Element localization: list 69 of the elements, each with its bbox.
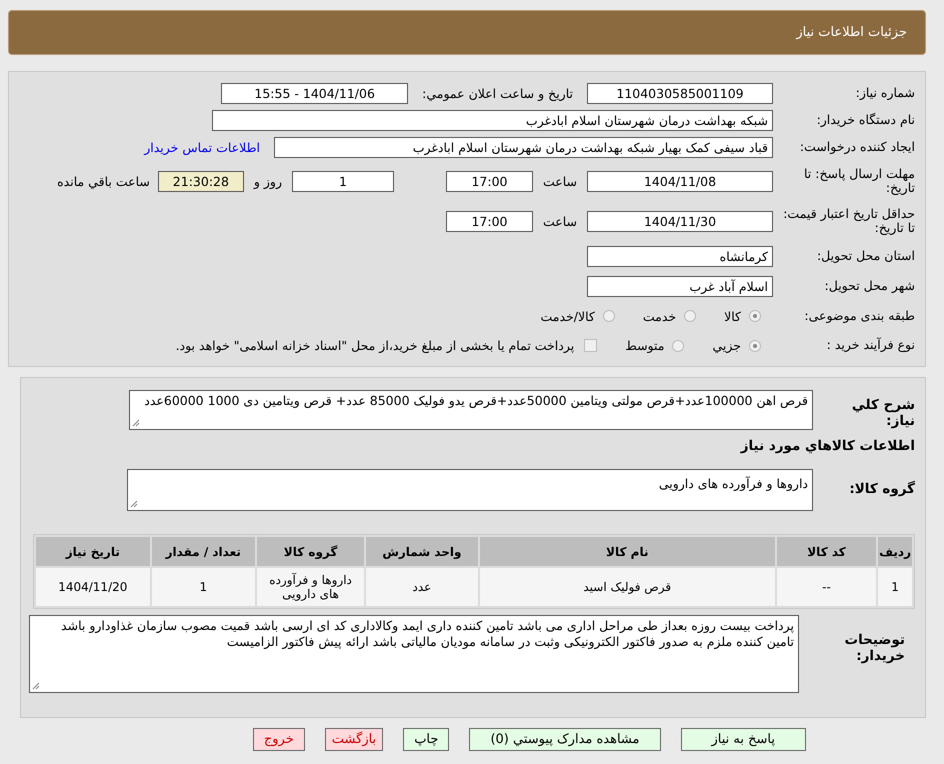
section-heading: اطلاعات کالاهاي مورد نیاز bbox=[739, 439, 915, 455]
text-field[interactable]: شبکه بهداشت درمان شهرستان اسلام ابادغرب bbox=[212, 110, 773, 131]
table-cell: قرص فولیک اسید bbox=[480, 568, 775, 606]
checkbox-label: پرداخت تمام یا بخشی از مبلغ خرید،از محل "اسناد خزانه اسلامی" خواهد بود. bbox=[176, 338, 574, 353]
resize-grip-icon[interactable] bbox=[32, 682, 40, 690]
field-label: طبقه بندی موضوعی: bbox=[803, 308, 915, 324]
field-label: گروه کالا: bbox=[848, 482, 915, 498]
column-header: کد کالا bbox=[776, 537, 876, 566]
text-field[interactable]: 1404/11/30 bbox=[587, 210, 773, 232]
field-label: نوع فرآیند خرید : bbox=[826, 338, 915, 353]
text-field[interactable]: 1404/11/06 - 15:55 bbox=[221, 83, 408, 104]
column-header: ردیف bbox=[878, 537, 912, 566]
field-label: نام دستگاه خریدار: bbox=[816, 113, 915, 128]
summary-field[interactable]: قرص اهن 100000عدد+قرص مولتی ویتامین 50000عدد+قرص یدو فولیک 85000 عدد+ قرص ویتامین دی 1000 60000عدد bbox=[129, 390, 813, 430]
text-field[interactable]: اسلام آباد غرب bbox=[587, 276, 773, 297]
field-label: ایجاد کننده درخواست: bbox=[798, 140, 915, 155]
text-field[interactable]: 1404/11/08 bbox=[587, 170, 773, 192]
page-title: جزئیات اطلاعات نیاز bbox=[796, 25, 907, 40]
text-field[interactable]: 17:00 bbox=[446, 170, 533, 192]
column-header: نام کالا bbox=[480, 537, 775, 566]
option-label: کالا/خدمت bbox=[540, 308, 595, 324]
option-label: جزيي bbox=[712, 338, 741, 353]
action-button[interactable]: چاپ bbox=[403, 728, 450, 751]
table-cell: 1 bbox=[878, 568, 912, 606]
radio-button[interactable] bbox=[672, 340, 684, 352]
days-label: روز و bbox=[254, 174, 282, 188]
field-label: مهلت ارسال پاسخ: تا تاریخ: bbox=[803, 166, 915, 196]
field-label: توضیحات خریدار: bbox=[844, 631, 906, 664]
text-field[interactable]: 1104030585001109 bbox=[587, 83, 773, 104]
radio-button[interactable] bbox=[749, 340, 761, 352]
checkbox[interactable] bbox=[584, 339, 598, 352]
resize-grip-icon[interactable] bbox=[130, 500, 138, 508]
action-button[interactable]: خروج bbox=[252, 728, 305, 751]
field-label: استان محل تحویل: bbox=[816, 249, 915, 264]
radio-button[interactable] bbox=[684, 310, 696, 322]
column-header: گروه کالا bbox=[256, 537, 364, 566]
action-button[interactable]: بازگشت bbox=[324, 728, 384, 751]
table-cell: داروها و فرآورده های دارویی bbox=[256, 568, 364, 606]
column-header: واحد شمارش bbox=[366, 537, 478, 566]
table-cell: -- bbox=[776, 568, 876, 606]
action-button[interactable]: مشاهده مدارک پیوستي (0) bbox=[469, 728, 660, 751]
table-cell: 1404/11/20 bbox=[36, 568, 150, 606]
option-label: کالا bbox=[724, 308, 741, 324]
field-label: حداقل تاریخ اعتبار قیمت: تا تاریخ: bbox=[782, 206, 915, 236]
field-label: شرح کلي نیاز: bbox=[850, 396, 915, 430]
action-button[interactable]: پاسخ به نیاز bbox=[680, 728, 806, 751]
field-label: تاریخ و ساعت اعلان عمومي: bbox=[422, 86, 573, 101]
text-field[interactable]: 21:30:28 bbox=[158, 170, 244, 192]
field-label: شهر محل تحویل: bbox=[824, 279, 915, 294]
contact-link[interactable]: اطلاعات تماس خریدار bbox=[144, 140, 260, 155]
text-field[interactable]: 17:00 bbox=[446, 210, 533, 232]
text-field[interactable]: 1 bbox=[292, 170, 394, 192]
notes-field[interactable]: پرداخت بیست روزه بعداز طی مراحل اداری می باشد تامین کننده داری ایمد وکالاداری کد ای ارسی باشد قمیت مصوب سازمان غذاودارو باشد تامین کننده ملزم به صدور فاکتور الکترونیکی وثبت در سامانه مودیان مالیاتی باشد ارائه پیش فاکتور الزامیست bbox=[29, 615, 799, 693]
column-header: تعداد / مقدار bbox=[152, 537, 255, 566]
radio-button[interactable] bbox=[749, 310, 761, 322]
option-label: خدمت bbox=[642, 308, 676, 324]
table-cell: عدد bbox=[366, 568, 478, 606]
table-cell: 1 bbox=[152, 568, 255, 606]
radio-button[interactable] bbox=[602, 310, 615, 322]
goods-group-field[interactable]: داروها و فرآورده های دارویی bbox=[127, 469, 813, 511]
resize-grip-icon[interactable] bbox=[132, 419, 140, 427]
text-field[interactable]: کرمانشاه bbox=[587, 246, 773, 267]
remaining-label: ساعت باقي مانده bbox=[57, 174, 150, 188]
time-label: ساعت bbox=[542, 174, 577, 188]
field-label: شماره نیاز: bbox=[854, 86, 915, 101]
text-field[interactable]: قباد سیفی کمک بهیار شبکه بهداشت درمان شهرستان اسلام ابادغرب bbox=[274, 137, 773, 158]
time-label: ساعت bbox=[542, 214, 577, 228]
column-header: تاریخ نیاز bbox=[36, 537, 150, 566]
option-label: متوسط bbox=[625, 338, 664, 353]
